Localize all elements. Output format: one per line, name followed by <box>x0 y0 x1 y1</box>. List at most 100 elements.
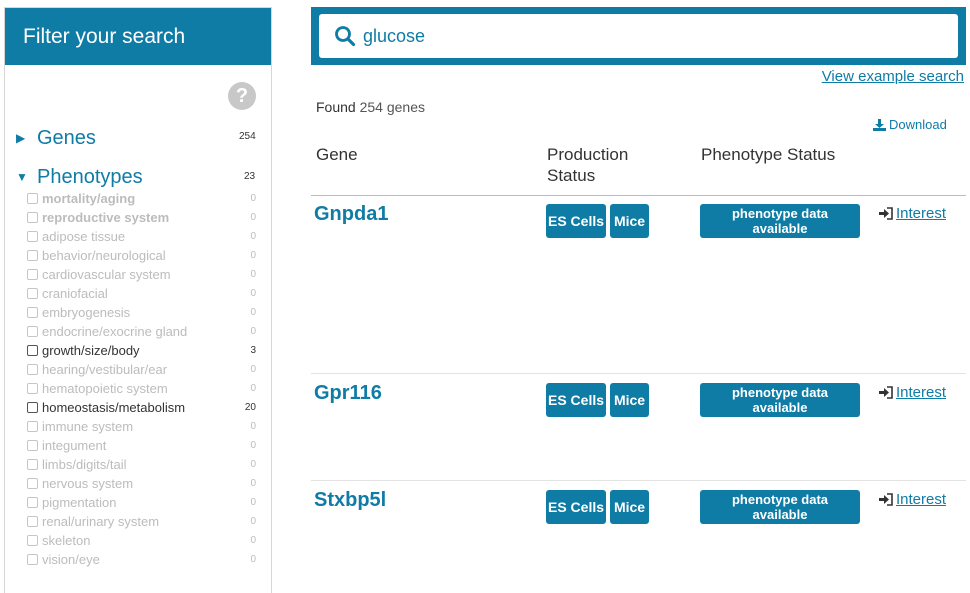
facet-item[interactable]: nervous system 0 <box>27 474 256 493</box>
interest-button[interactable]: Interest <box>879 491 946 508</box>
facet-count: 0 <box>250 288 256 299</box>
facet-item[interactable]: embryogenesis 0 <box>27 303 256 322</box>
facet-label: immune system <box>42 419 134 434</box>
search-input[interactable] <box>363 25 923 47</box>
facet-count: 0 <box>250 535 256 546</box>
facet-item[interactable]: immune system 0 <box>27 417 256 436</box>
facet-item[interactable]: pigmentation 0 <box>27 493 256 512</box>
facet-count: 0 <box>250 193 256 204</box>
facet-count: 0 <box>250 440 256 451</box>
phenotype-data-button[interactable]: phenotype data available <box>700 204 860 238</box>
facet-item[interactable]: growth/size/body 3 <box>27 341 256 360</box>
facet-checkbox[interactable] <box>27 478 38 489</box>
es-cells-button[interactable]: ES Cells <box>546 490 606 524</box>
facet-label: adipose tissue <box>42 229 126 244</box>
facet-item[interactable]: reproductive system 0 <box>27 208 256 227</box>
facet-item[interactable]: cardiovascular system 0 <box>27 265 256 284</box>
phenotype-facet-list: mortality/aging 0 reproductive system 0 adip… <box>27 189 256 569</box>
facet-item[interactable]: hematopoietic system 0 <box>27 379 256 398</box>
download-button[interactable]: Download <box>873 117 947 132</box>
search-bar <box>311 7 966 65</box>
gene-link[interactable]: Gpr116 <box>314 382 382 405</box>
facet-label: craniofacial <box>42 286 108 301</box>
found-count: 254 genes <box>359 99 425 115</box>
phenotype-data-line2: available <box>752 507 808 522</box>
facet-item[interactable]: mortality/aging 0 <box>27 189 256 208</box>
mice-button[interactable]: Mice <box>610 383 649 417</box>
phenotype-data-button[interactable]: phenotype data available <box>700 490 860 524</box>
facet-label: embryogenesis <box>42 305 131 320</box>
facet-label: hearing/vestibular/ear <box>42 362 168 377</box>
facet-checkbox[interactable] <box>27 288 38 299</box>
facet-item[interactable]: behavior/neurological 0 <box>27 246 256 265</box>
facet-item[interactable]: limbs/digits/tail 0 <box>27 455 256 474</box>
es-cells-button[interactable]: ES Cells <box>546 383 606 417</box>
facet-checkbox[interactable] <box>27 554 38 565</box>
facet-checkbox[interactable] <box>27 516 38 527</box>
facet-checkbox[interactable] <box>27 402 38 413</box>
gene-link[interactable]: Stxbp5l <box>314 489 386 512</box>
interest-label: Interest <box>896 205 947 222</box>
facet-item[interactable]: skeleton 0 <box>27 531 256 550</box>
facet-checkbox[interactable] <box>27 269 38 280</box>
facet-label: behavior/neurological <box>42 248 166 263</box>
facet-checkbox[interactable] <box>27 212 38 223</box>
mice-button[interactable]: Mice <box>610 204 649 238</box>
column-gene: Gene <box>316 145 358 164</box>
facet-item[interactable]: vision/eye 0 <box>27 550 256 569</box>
facet-checkbox[interactable] <box>27 345 38 356</box>
facet-item[interactable]: homeostasis/metabolism 20 <box>27 398 256 417</box>
facet-checkbox[interactable] <box>27 497 38 508</box>
facet-label: nervous system <box>42 476 134 491</box>
row-divider <box>311 480 966 481</box>
facet-checkbox[interactable] <box>27 364 38 375</box>
phenotype-data-line2: available <box>752 400 808 415</box>
facet-checkbox[interactable] <box>27 440 38 451</box>
facet-genes-count: 254 <box>239 131 256 142</box>
facet-item[interactable]: adipose tissue 0 <box>27 227 256 246</box>
facet-item[interactable]: renal/urinary system 0 <box>27 512 256 531</box>
facet-label: pigmentation <box>42 495 117 510</box>
facet-label: reproductive system <box>42 210 170 225</box>
facet-checkbox[interactable] <box>27 307 38 318</box>
facet-genes-toggle[interactable]: ▶ Genes <box>16 125 96 151</box>
phenotype-data-line1: phenotype data <box>731 385 829 400</box>
facet-label: integument <box>42 438 107 453</box>
facet-item[interactable]: integument 0 <box>27 436 256 455</box>
facet-count: 0 <box>250 364 256 375</box>
interest-button[interactable]: Interest <box>879 384 946 401</box>
facet-label: homeostasis/metabolism <box>42 400 186 415</box>
es-cells-button[interactable]: ES Cells <box>546 204 606 238</box>
interest-button[interactable]: Interest <box>879 205 946 222</box>
facet-checkbox[interactable] <box>27 250 38 261</box>
facet-checkbox[interactable] <box>27 383 38 394</box>
phenotype-data-line1: phenotype data <box>731 492 829 507</box>
facet-checkbox[interactable] <box>27 459 38 470</box>
facet-item[interactable]: endocrine/exocrine gland 0 <box>27 322 256 341</box>
facet-label: endocrine/exocrine gland <box>42 324 188 339</box>
search-icon <box>335 26 356 47</box>
sidebar-title: Filter your search <box>5 8 271 65</box>
facet-checkbox[interactable] <box>27 326 38 337</box>
facet-phenotypes-toggle[interactable]: ▼ Phenotypes <box>16 164 143 190</box>
sign-in-icon <box>879 207 893 220</box>
sign-in-icon <box>879 493 893 506</box>
view-example-search-link[interactable]: View example search <box>822 68 964 85</box>
facet-checkbox[interactable] <box>27 535 38 546</box>
facet-count: 0 <box>250 516 256 527</box>
facet-item[interactable]: hearing/vestibular/ear 0 <box>27 360 256 379</box>
facet-label: renal/urinary system <box>42 514 160 529</box>
facet-label: limbs/digits/tail <box>42 457 127 472</box>
mice-button[interactable]: Mice <box>610 490 649 524</box>
facet-checkbox[interactable] <box>27 421 38 432</box>
facet-label: vision/eye <box>42 552 100 567</box>
facet-item[interactable]: craniofacial 0 <box>27 284 256 303</box>
facet-checkbox[interactable] <box>27 193 38 204</box>
facet-count: 0 <box>250 326 256 337</box>
phenotype-data-button[interactable]: phenotype data available <box>700 383 860 417</box>
gene-link[interactable]: Gnpda1 <box>314 203 388 226</box>
facet-label: growth/size/body <box>42 343 140 358</box>
facet-checkbox[interactable] <box>27 231 38 242</box>
search-box[interactable] <box>319 14 958 58</box>
question-circle-icon[interactable]: ? <box>228 82 256 110</box>
